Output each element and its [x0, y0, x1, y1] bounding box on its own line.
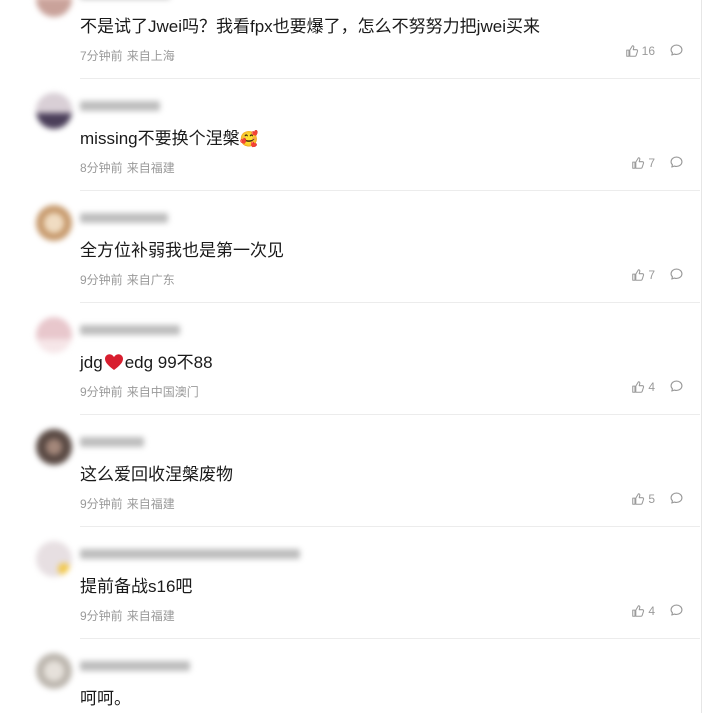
comment-meta: 9分钟前 来自福建	[80, 607, 175, 624]
comment-text: 这么爱回收涅槃废物	[80, 465, 233, 484]
comment-bubble-icon	[669, 379, 684, 394]
username[interactable]	[80, 436, 144, 450]
comment-time: 9分钟前	[80, 609, 123, 623]
like-count: 4	[648, 379, 655, 394]
username[interactable]	[80, 548, 300, 562]
thumbs-up-icon	[631, 492, 645, 506]
reply-button[interactable]	[669, 267, 684, 282]
red-heart-emoji	[104, 353, 124, 371]
comment-bubble-icon	[669, 43, 684, 58]
comment-bubble-icon	[669, 491, 684, 506]
comment-text-content: missing不要换个涅槃	[80, 129, 240, 148]
user-avatar[interactable]	[36, 205, 72, 241]
comment-time: 8分钟前	[80, 161, 123, 175]
username[interactable]	[80, 212, 168, 226]
comment-list: 不是试了Jwei吗？我看fpx也要爆了，怎么不努努力把jwei买来 7分钟前 来自…	[0, 0, 720, 713]
comment-text: missing不要换个涅槃🥰	[80, 124, 258, 149]
comment-location: 来自福建	[126, 161, 175, 175]
comment-actions: 5	[631, 491, 684, 506]
thumbs-up-icon	[631, 380, 645, 394]
like-button[interactable]: 7	[631, 268, 655, 282]
comment-item: missing不要换个涅槃🥰 8分钟前 来自福建 7	[0, 79, 700, 191]
comment-time: 9分钟前	[80, 385, 123, 399]
comment-item: jdg edg 99不88 9分钟前 来自中国澳门 4	[0, 303, 700, 415]
comment-location: 来自中国澳门	[126, 385, 199, 399]
smiling-face-with-hearts-emoji: 🥰	[239, 131, 259, 148]
like-count: 5	[648, 491, 655, 506]
comment-time: 9分钟前	[80, 273, 123, 287]
like-count: 4	[648, 603, 655, 618]
user-avatar[interactable]	[36, 653, 72, 689]
username[interactable]	[80, 100, 160, 114]
comment-text-part: jdg	[80, 353, 103, 372]
comment-bubble-icon	[669, 603, 684, 618]
reply-button[interactable]	[669, 43, 684, 58]
like-button[interactable]: 4	[631, 380, 655, 394]
comment-actions: 4	[631, 379, 684, 394]
like-count: 16	[641, 43, 655, 58]
like-button[interactable]: 7	[631, 156, 655, 170]
comment-text: 全方位补弱我也是第一次见	[80, 241, 284, 260]
like-button[interactable]: 16	[625, 44, 655, 58]
comment-item: 这么爱回收涅槃废物 9分钟前 来自福建 5	[0, 415, 700, 527]
user-avatar[interactable]	[36, 93, 72, 129]
username[interactable]	[80, 660, 190, 674]
thumbs-up-icon	[625, 44, 639, 58]
comment-actions: 7	[631, 267, 684, 282]
comment-meta: 9分钟前 来自中国澳门	[80, 383, 199, 400]
comment-time: 9分钟前	[80, 497, 123, 511]
user-avatar[interactable]	[36, 429, 72, 465]
like-count: 7	[648, 267, 655, 282]
thumbs-up-icon	[631, 268, 645, 282]
comment-text: jdg edg 99不88	[80, 348, 213, 373]
comment-location: 来自福建	[126, 497, 175, 511]
comment-text: 提前备战s16吧	[80, 577, 193, 596]
comment-item: 提前备战s16吧 9分钟前 来自福建 4	[0, 527, 700, 639]
comment-item: 全方位补弱我也是第一次见 9分钟前 来自广东 7	[0, 191, 700, 303]
comment-actions: 4	[631, 603, 684, 618]
like-count: 7	[648, 155, 655, 170]
comment-meta: 9分钟前 来自广东	[80, 271, 175, 288]
reply-button[interactable]	[669, 491, 684, 506]
username[interactable]	[80, 0, 170, 2]
comment-text-part: edg 99不88	[124, 353, 213, 372]
user-avatar[interactable]	[36, 317, 72, 353]
thumbs-up-icon	[631, 604, 645, 618]
like-button[interactable]: 5	[631, 492, 655, 506]
thumbs-up-icon	[631, 156, 645, 170]
comment-item: 呵呵。	[0, 639, 700, 713]
comment-text: 不是试了Jwei吗？我看fpx也要爆了，怎么不努努力把jwei买来	[80, 17, 540, 36]
reply-button[interactable]	[669, 379, 684, 394]
reply-button[interactable]	[669, 155, 684, 170]
user-avatar[interactable]	[36, 0, 72, 17]
comment-location: 来自上海	[126, 49, 175, 63]
comment-item: 不是试了Jwei吗？我看fpx也要爆了，怎么不努努力把jwei买来 7分钟前 来自…	[0, 0, 700, 79]
comment-bubble-icon	[669, 267, 684, 282]
like-button[interactable]: 4	[631, 604, 655, 618]
scroll-container-border	[701, 0, 702, 713]
comment-actions: 7	[631, 155, 684, 170]
comment-time: 7分钟前	[80, 49, 123, 63]
reply-button[interactable]	[669, 603, 684, 618]
username[interactable]	[80, 324, 180, 338]
comment-bubble-icon	[669, 155, 684, 170]
comment-location: 来自广东	[126, 273, 175, 287]
comment-actions: 16	[625, 43, 684, 58]
user-avatar[interactable]	[36, 541, 72, 577]
comment-text: 呵呵。	[80, 689, 131, 708]
comment-location: 来自福建	[126, 609, 175, 623]
comment-meta: 7分钟前 来自上海	[80, 47, 175, 64]
comment-meta: 8分钟前 来自福建	[80, 159, 175, 176]
comment-meta: 9分钟前 来自福建	[80, 495, 175, 512]
